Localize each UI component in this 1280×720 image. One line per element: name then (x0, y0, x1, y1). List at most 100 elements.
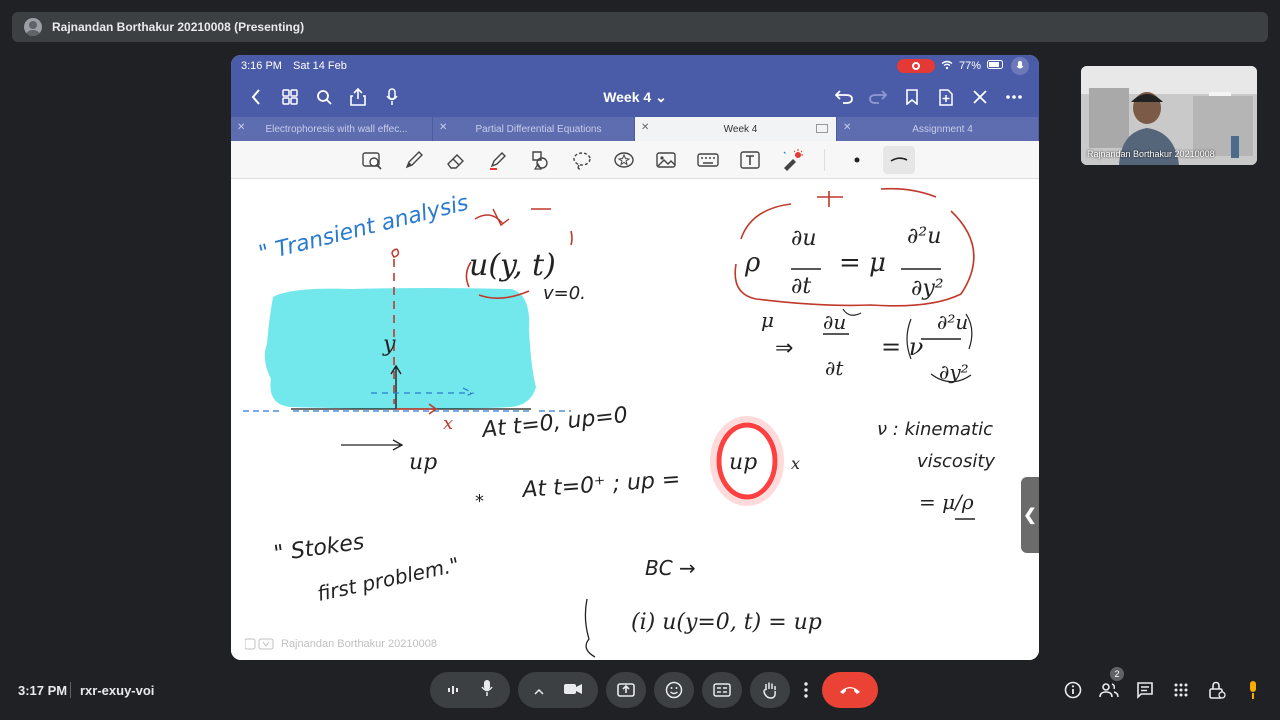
present-screen-button[interactable] (606, 672, 646, 708)
call-controls (430, 672, 878, 708)
more-options-icon[interactable] (997, 80, 1031, 114)
pen-icon[interactable] (398, 146, 430, 174)
dt-label: ∂t (791, 274, 811, 299)
meeting-controls-bar: 3:17 PM rxr-exuy-voi 2 (0, 667, 1280, 712)
implies-label: ⇒ (775, 336, 793, 361)
battery-icon (987, 60, 1005, 72)
dy2-label-2: ∂y² (939, 360, 969, 384)
captions-button[interactable] (702, 672, 742, 708)
mu-hand-label: μ (761, 308, 774, 332)
x-mult: x (791, 454, 800, 473)
star-mark: * (475, 491, 484, 512)
text-box-icon[interactable] (734, 146, 766, 174)
image-icon[interactable] (650, 146, 682, 174)
sticker-icon[interactable] (608, 146, 640, 174)
emoji-button[interactable] (654, 672, 694, 708)
audio-level-icon[interactable] (447, 682, 459, 699)
grid-view-icon[interactable] (273, 80, 307, 114)
tab-electrophoresis[interactable]: ✕ Electrophoresis with wall effec... (231, 117, 433, 141)
recording-indicator (896, 59, 935, 73)
tab-close-icon[interactable]: ✕ (641, 122, 649, 133)
undo-icon[interactable] (827, 80, 861, 114)
d2u-label: ∂²u (907, 224, 941, 249)
camera-button[interactable] (564, 682, 582, 699)
bc-label: BC → (645, 556, 696, 580)
people-icon[interactable]: 2 (1098, 667, 1124, 701)
chevron-up-icon[interactable] (534, 682, 544, 699)
highlighted-up: up (729, 450, 757, 475)
raise-hand-button[interactable] (750, 672, 790, 708)
microphone-icon[interactable] (375, 80, 409, 114)
self-video-tile[interactable]: Rajnandan Borthakur 20210008 (1081, 66, 1257, 165)
ipad-time: 3:16 PM (241, 60, 282, 72)
fraction-bars (791, 268, 975, 520)
mu-over-rho: = μ/ρ (919, 490, 974, 514)
meeting-code: rxr-exuy-voi (80, 682, 155, 698)
more-options-icon[interactable] (798, 672, 814, 708)
ipad-mic-chip-icon (1011, 57, 1029, 75)
stokes-label-2: first problem." (315, 552, 461, 606)
du-label-2: ∂u (823, 310, 846, 334)
search-icon[interactable] (307, 80, 341, 114)
hand-raised-icon[interactable] (1242, 679, 1264, 701)
chat-icon[interactable] (1134, 679, 1156, 701)
tab-close-icon[interactable]: ✕ (843, 122, 851, 133)
y-label: y (382, 332, 396, 357)
divider (70, 682, 71, 698)
self-tile-name: Rajnandan Borthakur 20210008 (1087, 149, 1215, 159)
shapes-icon[interactable] (524, 146, 556, 174)
document-title[interactable]: Week 4 ⌄ (603, 89, 667, 106)
tab-close-icon[interactable]: ✕ (439, 122, 447, 133)
audio-controls (430, 672, 510, 708)
host-controls-icon[interactable] (1206, 679, 1228, 701)
at-t0plus-label: At t=0⁺ ; up = (520, 467, 681, 503)
back-icon[interactable] (239, 80, 273, 114)
share-icon[interactable] (341, 80, 375, 114)
transient-label: " Transient analysis (256, 191, 471, 267)
dt-label-2: ∂t (825, 356, 844, 380)
u-yt-arrows (474, 208, 551, 227)
y-arrow-red (391, 248, 400, 258)
activities-icon[interactable] (1170, 679, 1192, 701)
eq1-label: = μ (839, 248, 886, 278)
ipad-nav-bar: Week 4 ⌄ (231, 77, 1039, 117)
velocity-arrow (341, 439, 404, 451)
viscosity-label: viscosity (917, 451, 995, 472)
meeting-side-icons: 2 (1062, 667, 1264, 701)
meeting-info-icon[interactable] (1062, 679, 1084, 701)
pen-size-dot-icon[interactable] (841, 146, 873, 174)
tab-close-icon[interactable]: ✕ (237, 122, 245, 133)
bookmark-icon[interactable] (895, 80, 929, 114)
leave-call-button[interactable] (822, 672, 878, 708)
participant-count-badge: 2 (1110, 667, 1124, 681)
stroke-style-icon[interactable] (882, 145, 915, 174)
side-panel-handle-icon[interactable]: ❮ (1021, 477, 1039, 553)
tab-pde[interactable]: ✕ Partial Differential Equations (433, 117, 635, 141)
bc-brace (584, 598, 596, 658)
zoom-window-icon[interactable] (356, 146, 388, 174)
eraser-icon[interactable] (440, 146, 472, 174)
dy2-label: ∂y² (911, 276, 944, 301)
ipad-status-bar: 3:16 PM Sat 14 Feb 77% (231, 55, 1039, 77)
laser-pointer-icon[interactable] (776, 146, 808, 174)
shared-screen: 3:16 PM Sat 14 Feb 77% Week 4 ⌄ ✕ Electr… (231, 55, 1039, 660)
microphone-button[interactable] (481, 679, 493, 701)
meeting-time: 3:17 PM (18, 682, 68, 698)
watermark: Rajnandan Borthakur 20210008 (245, 638, 437, 650)
d2u-label-2: ∂²u (937, 310, 968, 334)
highlighter-icon[interactable] (482, 146, 514, 174)
close-icon[interactable] (963, 80, 997, 114)
note-canvas[interactable]: " Transient analysis u(y, t) v=0. y x At… (231, 179, 1039, 660)
presenting-bar: Rajnandan Borthakur 20210008 (Presenting… (12, 12, 1268, 42)
tab-week-4[interactable]: ✕ Week 4 (635, 117, 837, 141)
split-view-icon[interactable] (816, 124, 828, 133)
add-page-icon[interactable] (929, 80, 963, 114)
kinematic-label: ν : kinematic (877, 419, 993, 440)
keyboard-icon[interactable] (692, 146, 724, 174)
plus-mark (817, 191, 843, 207)
redo-icon[interactable] (861, 80, 895, 114)
tab-assignment-4[interactable]: ✕ Assignment 4 (837, 117, 1039, 141)
lasso-icon[interactable] (566, 146, 598, 174)
eq2-label: = ν (881, 333, 923, 361)
du-label: ∂u (791, 226, 817, 251)
